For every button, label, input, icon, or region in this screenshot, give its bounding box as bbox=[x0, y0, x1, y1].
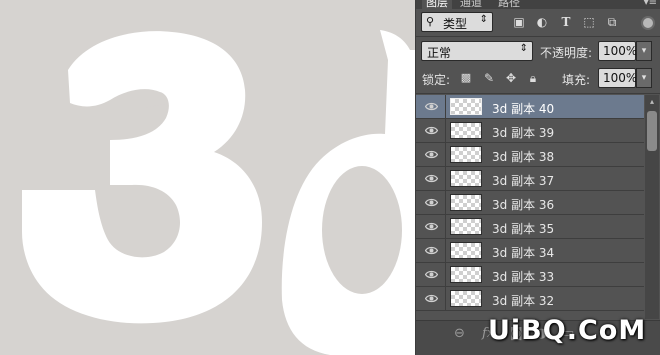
layer-list: 3d 副本 40 3d 副本 39 3d 副本 38 3d 副本 37 3d 副本 36… bbox=[416, 95, 644, 319]
layer-name[interactable]: 3d 副本 36 bbox=[492, 196, 554, 213]
visibility-eye-icon[interactable] bbox=[416, 239, 446, 262]
blend-mode-label: 正常 bbox=[427, 46, 452, 60]
lock-label: 锁定: bbox=[422, 73, 451, 87]
fill-field[interactable]: 100% bbox=[598, 68, 637, 88]
fill-dropdown-icon[interactable]: ▾ bbox=[636, 68, 652, 88]
visibility-eye-icon[interactable] bbox=[416, 95, 446, 118]
type-filter-icon[interactable]: T bbox=[559, 15, 573, 29]
blend-row: 正常 ⇕ 不透明度: 100% ▾ bbox=[416, 40, 660, 64]
layer-thumbnail[interactable] bbox=[450, 218, 482, 235]
tab-paths[interactable]: 路径 bbox=[498, 0, 520, 9]
filter-kind-select[interactable]: ⚲ 类型 ⇕ bbox=[421, 12, 493, 32]
layer-name[interactable]: 3d 副本 34 bbox=[492, 244, 554, 261]
layer-row[interactable]: 3d 副本 33 bbox=[416, 263, 644, 287]
divider bbox=[416, 93, 660, 94]
layer-row[interactable]: 3d 副本 38 bbox=[416, 143, 644, 167]
visibility-eye-icon[interactable] bbox=[416, 191, 446, 214]
layer-name[interactable]: 3d 副本 35 bbox=[492, 220, 554, 237]
chevron-updown-icon: ⇕ bbox=[519, 43, 528, 54]
tab-channels[interactable]: 通道 bbox=[460, 0, 482, 9]
lock-row: 锁定: ▩ ✎ ✥ 🔒︎ 填充: 100% ▾ bbox=[416, 67, 660, 91]
fill-label: 填充: bbox=[562, 73, 591, 87]
layer-row[interactable]: 3d 副本 39 bbox=[416, 119, 644, 143]
digit-three-shape bbox=[22, 31, 262, 324]
visibility-eye-icon[interactable] bbox=[416, 287, 446, 310]
layer-thumbnail[interactable] bbox=[450, 266, 482, 283]
layer-row[interactable]: 3d 副本 40 bbox=[416, 95, 644, 119]
layer-name[interactable]: 3d 副本 32 bbox=[492, 292, 554, 309]
layer-name[interactable]: 3d 副本 33 bbox=[492, 268, 554, 285]
lock-move-icon[interactable]: ✥ bbox=[504, 71, 518, 85]
filter-row: ⚲ 类型 ⇕ ▣ ◐ T ⬚ ⧉ bbox=[416, 10, 660, 36]
filter-toggle-icon[interactable] bbox=[641, 16, 655, 30]
chevron-updown-icon: ⇕ bbox=[479, 14, 488, 25]
shape-filter-icon[interactable]: ⬚ bbox=[582, 15, 596, 29]
panel-tabs: 图层 通道 路径 ▾≡ bbox=[416, 0, 660, 9]
opacity-field[interactable]: 100% bbox=[598, 41, 637, 61]
lock-transparent-icon[interactable]: ▩ bbox=[459, 71, 473, 85]
visibility-eye-icon[interactable] bbox=[416, 263, 446, 286]
opacity-label: 不透明度: bbox=[540, 46, 593, 60]
layer-thumbnail[interactable] bbox=[450, 98, 482, 115]
layer-thumbnail[interactable] bbox=[450, 194, 482, 211]
layer-name[interactable]: 3d 副本 37 bbox=[492, 172, 554, 189]
divider bbox=[416, 36, 660, 37]
visibility-eye-icon[interactable] bbox=[416, 119, 446, 142]
layer-name[interactable]: 3d 副本 38 bbox=[492, 148, 554, 165]
layer-thumbnail[interactable] bbox=[450, 290, 482, 307]
visibility-eye-icon[interactable] bbox=[416, 143, 446, 166]
layers-panel: 图层 通道 路径 ▾≡ ⚲ 类型 ⇕ ▣ ◐ T ⬚ ⧉ 正常 ⇕ 不透明度: … bbox=[415, 0, 660, 355]
lock-all-icon[interactable]: 🔒︎ bbox=[526, 71, 540, 85]
layer-row[interactable]: 3d 副本 36 bbox=[416, 191, 644, 215]
watermark-logo: UiBQ.CoM bbox=[488, 315, 647, 346]
smart-object-filter-icon[interactable]: ⧉ bbox=[605, 15, 619, 29]
opacity-dropdown-icon[interactable]: ▾ bbox=[636, 41, 652, 61]
layer-name[interactable]: 3d 副本 40 bbox=[492, 100, 554, 117]
layer-thumbnail[interactable] bbox=[450, 242, 482, 259]
link-layers-icon[interactable]: ⊖ bbox=[454, 326, 465, 341]
layer-row[interactable]: 3d 副本 35 bbox=[416, 215, 644, 239]
document-canvas[interactable] bbox=[0, 0, 415, 355]
visibility-eye-icon[interactable] bbox=[416, 215, 446, 238]
layer-list-scrollbar[interactable]: ▴ bbox=[645, 95, 659, 319]
layer-row[interactable]: 3d 副本 37 bbox=[416, 167, 644, 191]
layer-row[interactable]: 3d 副本 34 bbox=[416, 239, 644, 263]
search-icon: ⚲ bbox=[426, 15, 435, 28]
visibility-eye-icon[interactable] bbox=[416, 167, 446, 190]
panel-menu-icon[interactable]: ▾≡ bbox=[644, 0, 657, 9]
scroll-up-icon[interactable]: ▴ bbox=[647, 97, 657, 107]
layer-name[interactable]: 3d 副本 39 bbox=[492, 124, 554, 141]
layer-row[interactable]: 3d 副本 32 bbox=[416, 287, 644, 311]
scroll-thumb[interactable] bbox=[647, 111, 657, 151]
filter-kind-label: 类型 bbox=[443, 17, 468, 31]
lock-paint-icon[interactable]: ✎ bbox=[482, 71, 496, 85]
layer-thumbnail[interactable] bbox=[450, 122, 482, 139]
layer-thumbnail[interactable] bbox=[450, 170, 482, 187]
adjustment-filter-icon[interactable]: ◐ bbox=[535, 15, 549, 29]
tab-layers[interactable]: 图层 bbox=[422, 0, 452, 9]
layer-thumbnail[interactable] bbox=[450, 146, 482, 163]
canvas-artwork bbox=[22, 30, 415, 355]
blend-mode-select[interactable]: 正常 ⇕ bbox=[421, 41, 533, 61]
image-filter-icon[interactable]: ▣ bbox=[512, 15, 526, 29]
